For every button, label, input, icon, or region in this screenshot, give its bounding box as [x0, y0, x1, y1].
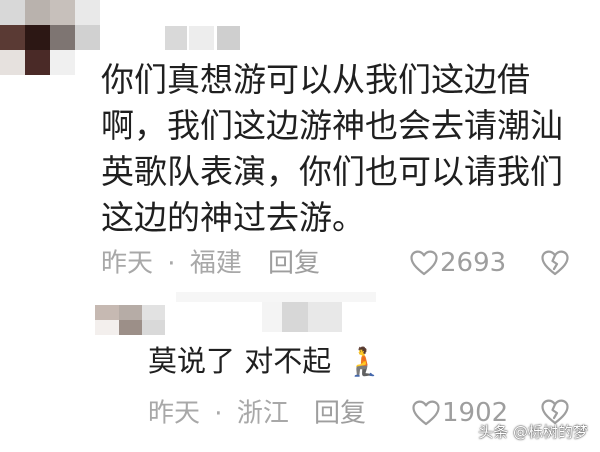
reply-avatar-mosaic[interactable] [95, 305, 165, 335]
reply-time: 昨天 [148, 398, 201, 429]
avatar-mosaic[interactable] [0, 0, 100, 75]
comment-line: 英歌队表演，你们也可以请我们 [101, 152, 563, 191]
watermark: 头条 @栎树的梦 [478, 423, 588, 441]
broken-heart-outline-icon [541, 250, 569, 276]
reply-username-mosaic[interactable] [262, 300, 342, 332]
comment-line: 你们真想游可以从我们这边借 [101, 60, 530, 99]
reply-body: 莫说了 对不起 🧎 [148, 343, 381, 380]
reply-meta: 昨天 · 浙江 [148, 398, 289, 429]
reply-label: 回复 [268, 248, 321, 279]
comment-reply-button[interactable]: 回复 [268, 248, 320, 279]
comment-time: 昨天 [101, 248, 154, 279]
comment-dislike-button[interactable] [541, 250, 569, 276]
reply-location: 浙江 [236, 398, 289, 429]
reply-text: 莫说了 对不起 [148, 344, 332, 378]
meta-separator: · [214, 398, 223, 429]
hidden-strip [176, 292, 376, 302]
comment-location: 福建 [189, 248, 242, 279]
comment-meta: 昨天 · 福建 [101, 248, 242, 279]
heart-outline-icon [412, 400, 440, 426]
kneeling-person-emoji: 🧎 [346, 345, 382, 378]
comment-line: 这边的神过去游。 [101, 198, 365, 237]
heart-outline-icon [410, 250, 438, 276]
comment-body: 你们真想游可以从我们这边借 啊，我们这边游神也会去请潮汕 英歌队表演，你们也可以… [101, 57, 591, 241]
username-mosaic[interactable] [165, 26, 240, 50]
like-count: 2693 [440, 248, 507, 278]
reply-label: 回复 [314, 398, 367, 429]
meta-separator: · [167, 248, 176, 279]
reply-reply-button[interactable]: 回复 [314, 398, 366, 429]
comment-line: 啊，我们这边游神也会去请潮汕 [101, 106, 563, 145]
comment-like-button[interactable]: 2693 [410, 248, 506, 278]
